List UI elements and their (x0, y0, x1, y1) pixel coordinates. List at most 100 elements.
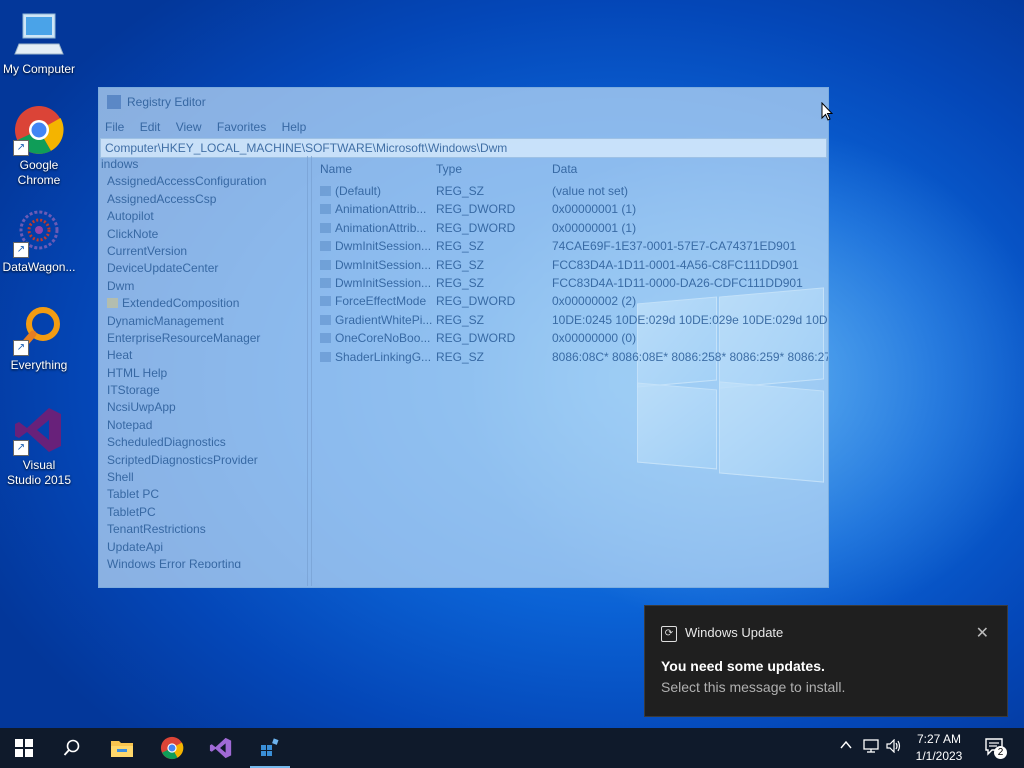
tree-item[interactable]: Notepad (99, 417, 307, 434)
value-data: 0x00000002 (2) (552, 294, 637, 309)
value-name: DwmInitSession... (335, 239, 432, 254)
notification-heading: You need some updates. (661, 658, 825, 674)
tree-item[interactable]: Shell (99, 469, 307, 486)
taskbar-visual-studio[interactable] (197, 728, 245, 768)
tree-item[interactable]: ScriptedDiagnosticsProvider (99, 452, 307, 469)
value-name: AnimationAttrib... (335, 202, 427, 217)
shortcut-arrow-icon: ↗ (13, 340, 29, 356)
notification-body: Select this message to install. (661, 679, 846, 695)
taskbar-file-explorer[interactable] (98, 728, 146, 768)
registry-editor-window[interactable]: Registry Editor File Edit View Favorites… (98, 87, 829, 588)
tree-item[interactable]: ExtendedComposition (99, 295, 307, 312)
dword-value-icon (320, 296, 331, 307)
value-data: 8086:08C* 8086:08E* 8086:258* 8086:259* … (552, 349, 828, 364)
value-name: DwmInitSession... (335, 275, 432, 290)
desktop-icon-my-computer[interactable]: My Computer (0, 8, 78, 77)
network-icon[interactable] (863, 739, 879, 757)
value-row[interactable]: DwmInitSession... REG_SZ 74CAE69F-1E37-000… (312, 237, 828, 255)
value-type: REG_SZ (436, 349, 485, 364)
menu-favorites[interactable]: Favorites (217, 120, 266, 134)
tree-item[interactable]: ITStorage (99, 382, 307, 399)
value-row[interactable]: AnimationAttrib... REG_DWORD 0x00000001 (1… (312, 200, 828, 218)
value-row[interactable]: GradientWhitePi... REG_SZ 10DE:0245 10DE:0… (312, 311, 828, 329)
value-data: 10DE:0245 10DE:029d 10DE:029e 10DE:029d … (552, 312, 828, 327)
system-clock[interactable]: 7:27 AM 1/1/2023 (904, 731, 974, 765)
value-type: REG_DWORD (436, 294, 516, 309)
value-type: REG_DWORD (436, 220, 516, 235)
menu-view[interactable]: View (176, 120, 202, 134)
taskbar-chrome[interactable] (148, 728, 196, 768)
tree-item[interactable]: TabletPC (99, 504, 307, 521)
tree-item[interactable]: indows (99, 156, 307, 173)
tree-item[interactable]: Tablet PC (99, 486, 307, 503)
tree-item[interactable]: DynamicManagement (99, 313, 307, 330)
menu-edit[interactable]: Edit (140, 120, 161, 134)
tree-item[interactable]: ScheduledDiagnostics (99, 434, 307, 451)
value-row[interactable]: (Default) REG_SZ (value not set) (312, 182, 828, 200)
value-type: REG_SZ (436, 312, 485, 327)
value-row[interactable]: OneCoreNoBoo... REG_DWORD 0x00000000 (0) (312, 329, 828, 347)
taskbar-registry-editor[interactable] (246, 728, 294, 768)
value-data: FCC83D4A-1D11-0000-DA26-CDFC111DD901 (552, 275, 803, 290)
everything-search-icon: ↗ (13, 304, 65, 356)
tree-item[interactable]: AssignedAccessConfiguration (99, 173, 307, 190)
desktop-icon-visual-studio[interactable]: ↗ Visual Studio 2015 (0, 404, 78, 488)
speaker-icon[interactable] (886, 738, 902, 757)
address-bar[interactable]: Computer\HKEY_LOCAL_MACHINE\SOFTWARE\Mic… (100, 138, 827, 158)
tree-item[interactable]: NcsiUwpApp (99, 399, 307, 416)
value-row[interactable]: ForceEffectMode REG_DWORD 0x00000002 (2) (312, 292, 828, 310)
tree-item[interactable]: TenantRestrictions (99, 521, 307, 538)
desktop-icon-everything[interactable]: ↗ Everything (0, 304, 78, 373)
menu-help[interactable]: Help (282, 120, 307, 134)
values-list[interactable]: Name Type Data (Default) REG_SZ (value not… (311, 156, 828, 586)
value-row[interactable]: ShaderLinkingG... REG_SZ 8086:08C* 8086:08… (312, 348, 828, 366)
value-row[interactable]: AnimationAttrib... REG_DWORD 0x00000001 (1… (312, 219, 828, 237)
notification-count-badge: 2 (994, 746, 1007, 759)
column-type[interactable]: Type (436, 156, 552, 182)
column-name[interactable]: Name (312, 156, 436, 182)
value-data: FCC83D4A-1D11-0001-4A56-C8FC111DD901 (552, 257, 799, 272)
string-value-icon (320, 259, 331, 270)
desktop-icon-datawagon[interactable]: ↗ DataWagon... (0, 206, 78, 275)
search-button[interactable] (48, 728, 96, 768)
registry-editor-icon (107, 95, 121, 109)
key-tree[interactable]: indows AssignedAccessConfiguration Assig… (99, 156, 308, 586)
value-row[interactable]: DwmInitSession... REG_SZ FCC83D4A-1D11-000… (312, 274, 828, 292)
tree-item[interactable]: Dwm (99, 278, 307, 295)
tree-item[interactable]: CurrentVersion (99, 243, 307, 260)
string-value-icon (320, 241, 331, 252)
tree-item[interactable]: Autopilot (99, 208, 307, 225)
taskbar: 7:27 AM 1/1/2023 2 (0, 728, 1024, 768)
clock-date: 1/1/2023 (915, 749, 963, 763)
value-name: ShaderLinkingG... (335, 349, 432, 364)
column-headers: Name Type Data (312, 156, 828, 182)
tree-item[interactable]: AssignedAccessCsp (99, 191, 307, 208)
menu-file[interactable]: File (105, 120, 124, 134)
window-titlebar[interactable]: Registry Editor (99, 88, 828, 116)
start-button[interactable] (0, 728, 48, 768)
value-row[interactable]: DwmInitSession... REG_SZ FCC83D4A-1D11-000… (312, 256, 828, 274)
desktop-icon-label: DataWagon... (2, 260, 76, 274)
windows-update-notification[interactable]: ⟳ Windows Update ✕ You need some updates… (644, 605, 1008, 717)
tree-item-label: ExtendedComposition (122, 296, 240, 311)
close-icon[interactable]: ✕ (976, 623, 989, 643)
shortcut-arrow-icon: ↗ (13, 242, 29, 258)
datawagon-icon: ↗ (13, 206, 65, 258)
shortcut-arrow-icon: ↗ (13, 440, 29, 456)
column-data[interactable]: Data (552, 156, 828, 182)
action-center-button[interactable]: 2 (978, 734, 1018, 762)
tree-item[interactable]: DeviceUpdateCenter (99, 260, 307, 277)
tree-item[interactable]: UpdateApi (99, 539, 307, 556)
tree-item[interactable]: HTML Help (99, 365, 307, 382)
tree-item[interactable]: Windows Error Reporting (99, 556, 307, 568)
tree-item[interactable]: ClickNote (99, 226, 307, 243)
clock-time: 7:27 AM (916, 732, 962, 746)
tree-item[interactable]: Heat (99, 347, 307, 364)
menu-bar: File Edit View Favorites Help (99, 116, 828, 138)
chevron-up-icon[interactable] (840, 739, 852, 755)
desktop-icon-google-chrome[interactable]: ↗ Google Chrome (0, 104, 78, 188)
desktop-icon-label: Visual Studio 2015 (6, 458, 72, 487)
tree-item[interactable]: EnterpriseResourceManager (99, 330, 307, 347)
desktop-icon-label: Everything (10, 358, 68, 372)
value-type: REG_SZ (436, 275, 485, 290)
